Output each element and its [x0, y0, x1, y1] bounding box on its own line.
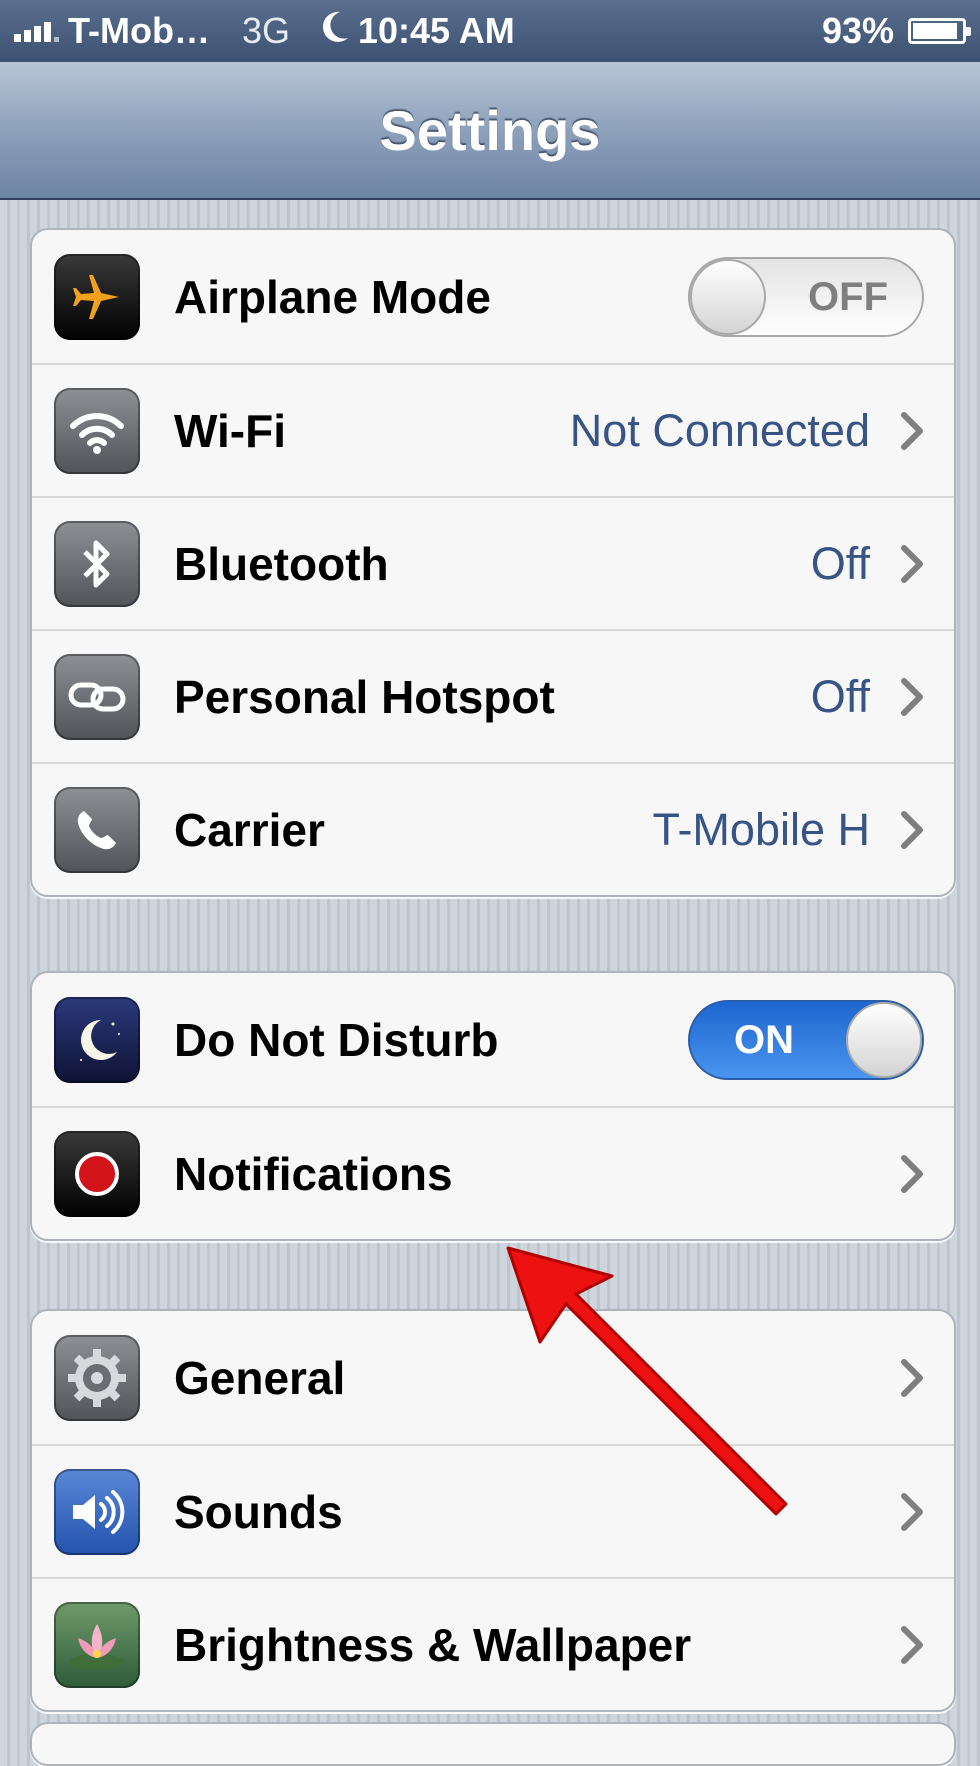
wifi-icon: [54, 387, 140, 474]
do-not-disturb-icon: [320, 10, 350, 53]
toggle-state-text: OFF: [808, 274, 888, 319]
personal-hotspot-label: Personal Hotspot: [174, 670, 555, 723]
do-not-disturb-toggle[interactable]: ON: [688, 999, 924, 1080]
navigation-bar: Settings: [0, 62, 980, 200]
notifications-icon: [54, 1130, 140, 1217]
wifi-label: Wi-Fi: [174, 404, 286, 457]
toggle-knob: [690, 258, 766, 335]
next-group-partial: [30, 1722, 956, 1766]
brightness-wallpaper-row[interactable]: Brightness & Wallpaper: [32, 1577, 954, 1710]
airplane-mode-toggle[interactable]: OFF: [688, 256, 924, 337]
clock: 10:45 AM: [358, 10, 515, 51]
page-title: Settings: [379, 98, 601, 162]
chevron-right-icon: [901, 677, 923, 716]
carrier-value: T-Mobile H: [652, 803, 870, 855]
airplane-mode-label: Airplane Mode: [174, 270, 491, 323]
personal-hotspot-status: Off: [810, 670, 870, 722]
signal-strength-icon: [14, 20, 62, 42]
chevron-right-icon: [901, 810, 923, 849]
general-group: General Sounds Brightness & Wallpaper: [30, 1309, 956, 1712]
notifications-group: Do Not Disturb ON Notifications: [30, 971, 956, 1241]
carrier-name: T-Mob…: [68, 10, 210, 51]
notifications-row[interactable]: Notifications: [32, 1106, 954, 1239]
bluetooth-label: Bluetooth: [174, 537, 389, 590]
bluetooth-icon: [54, 520, 140, 607]
bluetooth-status: Off: [810, 537, 870, 589]
phone-icon: [54, 786, 140, 873]
toggle-knob: [846, 1001, 922, 1078]
carrier-label: Carrier: [174, 803, 325, 856]
battery-percentage: 93%: [821, 10, 894, 51]
moon-icon: [54, 996, 140, 1083]
airplane-icon: [54, 253, 140, 340]
gear-icon: [54, 1334, 140, 1421]
lotus-icon: [54, 1601, 140, 1688]
sounds-label: Sounds: [174, 1485, 343, 1538]
general-label: General: [174, 1351, 346, 1404]
battery-icon: [908, 18, 971, 44]
wifi-row[interactable]: Wi-Fi Not Connected: [32, 363, 954, 496]
connectivity-group: Airplane Mode OFF Wi-Fi Not Connected Bl…: [30, 228, 956, 897]
network-type: 3G: [241, 10, 290, 51]
speaker-icon: [54, 1468, 140, 1555]
chevron-right-icon: [901, 1358, 923, 1397]
status-bar: T-Mob… 3G 10:45 AM 93%: [0, 0, 980, 62]
brightness-wallpaper-label: Brightness & Wallpaper: [174, 1618, 692, 1671]
chevron-right-icon: [901, 1154, 923, 1193]
wifi-status: Not Connected: [569, 404, 870, 456]
personal-hotspot-row[interactable]: Personal Hotspot Off: [32, 629, 954, 762]
carrier-row[interactable]: Carrier T-Mobile H: [32, 762, 954, 895]
chevron-right-icon: [901, 1625, 923, 1664]
bluetooth-row[interactable]: Bluetooth Off: [32, 496, 954, 629]
airplane-mode-row[interactable]: Airplane Mode OFF: [32, 230, 954, 363]
chevron-right-icon: [901, 544, 923, 583]
toggle-state-text: ON: [734, 1017, 794, 1062]
do-not-disturb-label: Do Not Disturb: [174, 1013, 499, 1066]
chevron-right-icon: [901, 1492, 923, 1531]
do-not-disturb-row[interactable]: Do Not Disturb ON: [32, 973, 954, 1106]
hotspot-icon: [54, 653, 140, 740]
general-row[interactable]: General: [32, 1311, 954, 1444]
notifications-label: Notifications: [174, 1147, 453, 1200]
chevron-right-icon: [901, 411, 923, 450]
sounds-row[interactable]: Sounds: [32, 1444, 954, 1577]
